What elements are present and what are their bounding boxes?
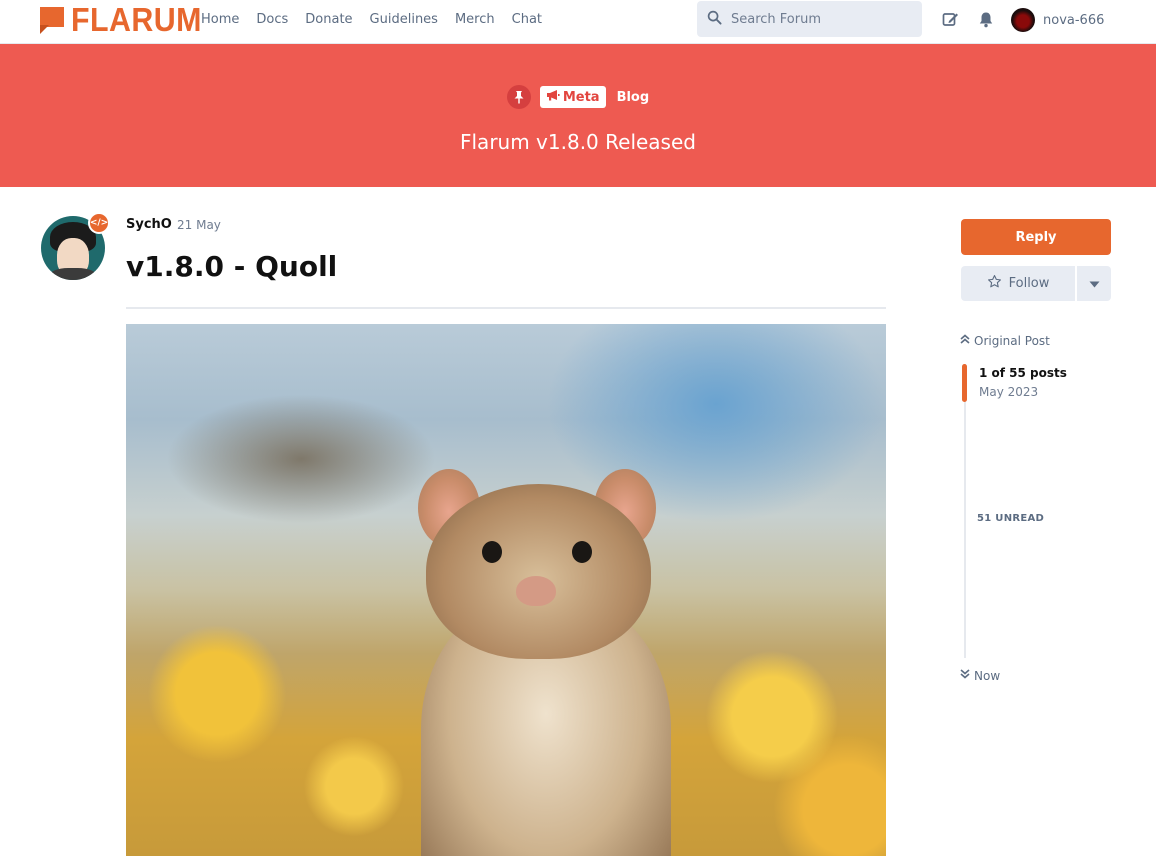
nav-guidelines[interactable]: Guidelines [370,12,438,27]
search-box[interactable] [697,1,922,37]
follow-button[interactable]: Follow [961,266,1075,301]
divider [126,307,886,309]
header-bar: FLARUM Home Docs Donate Guidelines Merch… [0,0,1156,44]
flarum-logo[interactable]: FLARUM [40,1,213,38]
scrubber-track[interactable] [964,364,966,658]
main-nav: Home Docs Donate Guidelines Merch Chat [201,12,559,27]
quoll-photo [126,324,886,856]
double-chevron-up-icon [959,333,974,348]
scrubber-handle[interactable] [962,364,967,402]
discussion-hero: Meta Blog Flarum v1.8.0 Released [0,44,1156,187]
original-post-label: Original Post [974,333,1050,348]
code-icon: </> [88,212,110,234]
nav-home[interactable]: Home [201,12,239,27]
nav-merch[interactable]: Merch [455,12,495,27]
bullhorn-icon [546,89,563,105]
flarum-logo-icon [40,6,67,34]
scrubber-date: May 2023 [979,385,1039,399]
post-title: v1.8.0 - Quoll [126,250,338,283]
double-chevron-down-icon [959,668,974,683]
reply-button[interactable]: Reply [961,219,1111,255]
search-input[interactable] [731,11,911,27]
scrubber-position: 1 of 55 posts [979,366,1067,380]
now-label: Now [974,668,1001,683]
tag-meta[interactable]: Meta [539,86,606,108]
pencil-square-icon[interactable] [941,10,959,28]
follow-dropdown-button[interactable] [1077,266,1111,301]
tag-meta-label: Meta [562,89,600,105]
star-outline-icon [987,274,1009,293]
user-menu[interactable]: nova-666 [1011,8,1104,32]
post-author[interactable]: SychO [126,217,172,232]
tag-list: Meta Blog [0,85,1156,109]
nav-chat[interactable]: Chat [512,12,542,27]
thumbtack-icon [506,85,531,109]
username: nova-666 [1043,12,1105,28]
scrubber-now[interactable]: Now [959,668,1000,683]
post-date[interactable]: 21 May [177,218,221,232]
bell-icon[interactable] [977,10,995,28]
caret-down-icon [1089,276,1100,291]
nav-docs[interactable]: Docs [256,12,288,27]
scrubber-original-post[interactable]: Original Post [959,333,1050,348]
discussion-title: Flarum v1.8.0 Released [460,130,696,154]
avatar [1011,8,1035,32]
tag-blog[interactable]: Blog [617,90,650,105]
follow-label: Follow [1008,276,1050,291]
nav-donate[interactable]: Donate [305,12,352,27]
scrubber-unread[interactable]: 51 UNREAD [977,513,1044,524]
search-icon [707,10,722,29]
logo-text: FLARUM [71,1,202,38]
